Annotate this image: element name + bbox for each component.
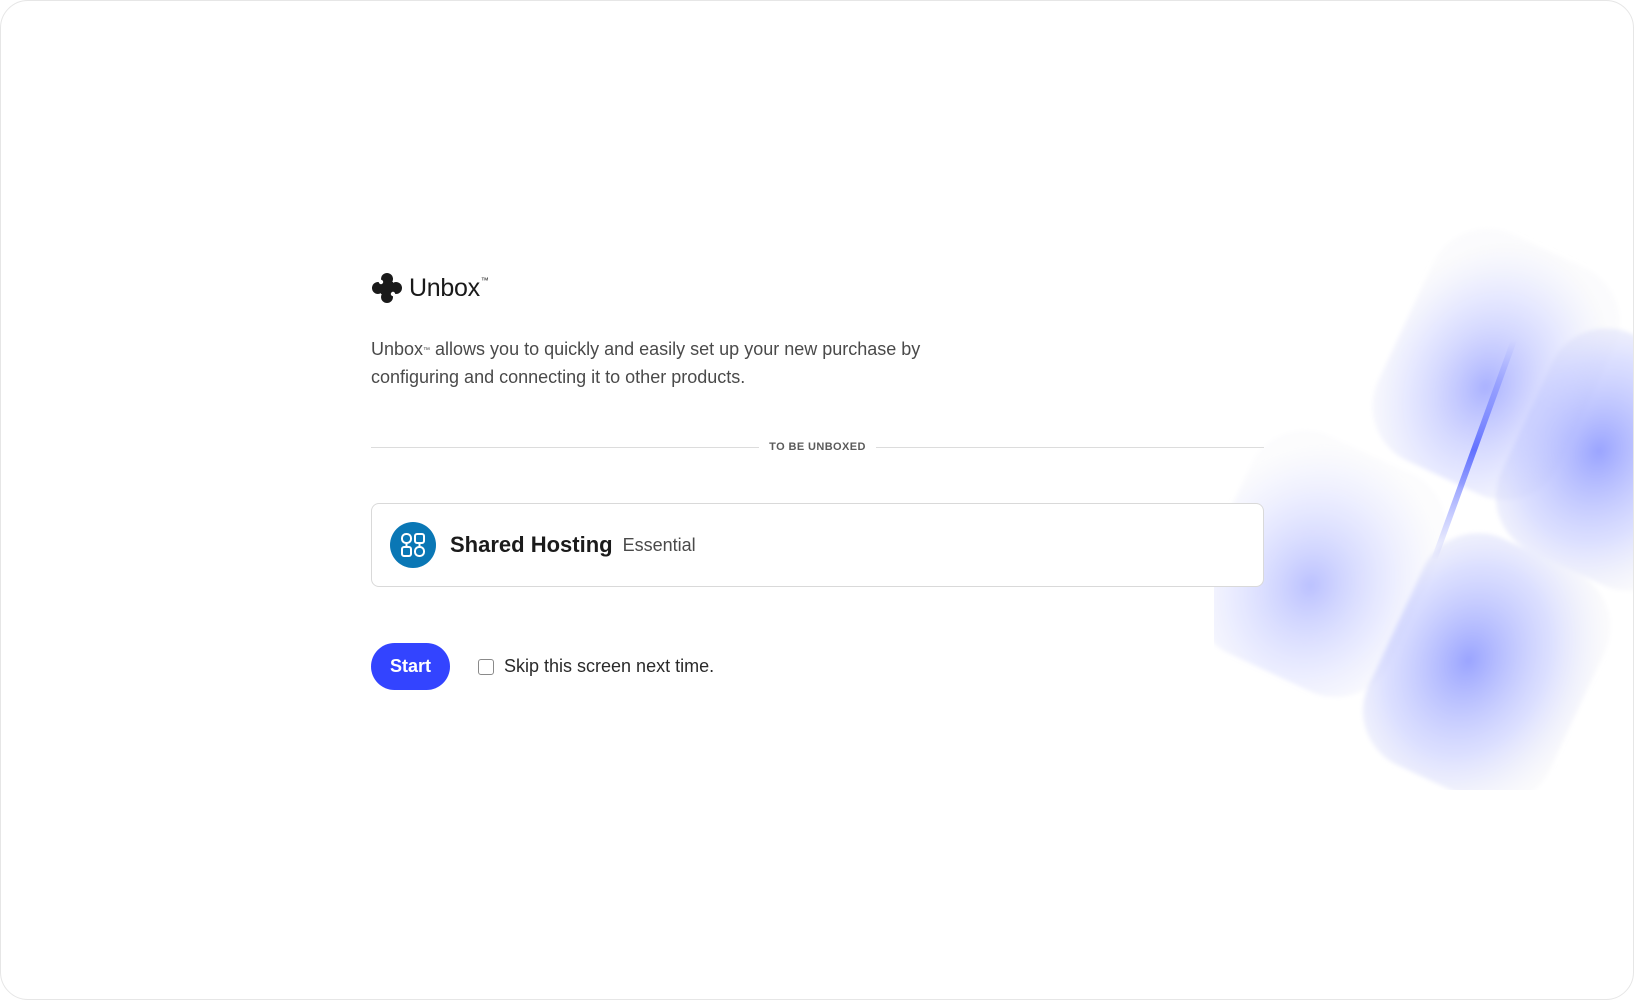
- section-label: TO BE UNBOXED: [769, 441, 866, 453]
- description-trademark: ™: [423, 347, 431, 354]
- section-divider: TO BE UNBOXED: [371, 441, 1264, 453]
- product-tier: Essential: [622, 534, 696, 555]
- skip-option[interactable]: Skip this screen next time.: [478, 656, 714, 677]
- skip-checkbox[interactable]: [478, 658, 494, 675]
- unbox-logo-icon: [372, 273, 402, 303]
- intro-description: Unbox™ allows you to quickly and easily …: [371, 339, 921, 387]
- divider-line-right: [875, 446, 1264, 448]
- unbox-page: Unbox™ Unbox™ allows you to quickly and …: [0, 0, 1634, 1000]
- actions-row: Start Skip this screen next time.: [371, 643, 1264, 690]
- decorative-graphic: [1214, 228, 1634, 790]
- brand-name: Unbox™: [409, 273, 489, 302]
- divider-line-left: [371, 446, 760, 448]
- shared-hosting-icon: [390, 522, 436, 568]
- product-card: Shared Hosting Essential: [371, 503, 1264, 587]
- main-content: Unbox™ Unbox™ allows you to quickly and …: [371, 271, 1264, 690]
- brand-trademark: ™: [480, 275, 489, 285]
- start-button[interactable]: Start: [371, 643, 450, 690]
- product-name: Shared Hosting: [450, 532, 613, 557]
- skip-label: Skip this screen next time.: [504, 656, 715, 676]
- brand-logo: Unbox™: [371, 271, 1264, 305]
